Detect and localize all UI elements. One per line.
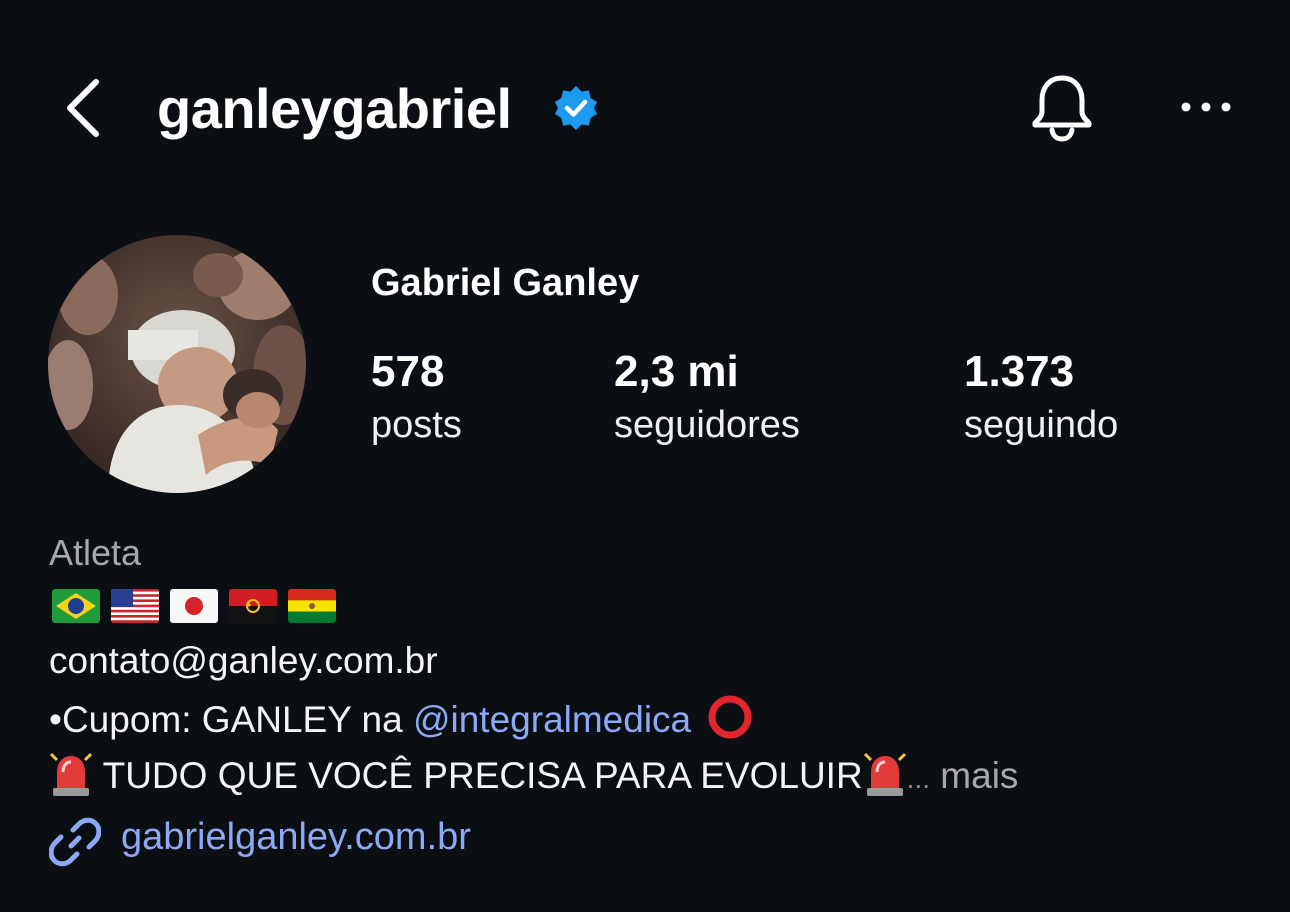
siren-icon <box>863 752 906 796</box>
mention-link[interactable]: @integralmedica <box>413 699 691 740</box>
stat-posts[interactable]: 578 posts <box>371 346 462 452</box>
bolivia-flag-icon <box>288 589 336 623</box>
notifications-bell-button[interactable] <box>1030 72 1094 142</box>
brazil-flag-icon <box>52 589 100 623</box>
website-link-text: gabrielganley.com.br <box>121 816 471 858</box>
stat-followers[interactable]: 2,3 mi seguidores <box>614 346 800 452</box>
angola-flag-icon <box>229 589 277 623</box>
usa-flag-icon <box>111 589 159 623</box>
profile-full-name: Gabriel Ganley <box>371 262 640 304</box>
bio-tagline-text: TUDO QUE VOCÊ PRECISA PARA EVOLUIR <box>93 755 863 796</box>
stat-posts-value: 578 <box>371 347 445 396</box>
verified-badge-icon <box>555 86 597 130</box>
bio-coupon-line: •Cupom: GANLEY na @integralmedica <box>49 694 753 741</box>
stat-followers-label: seguidores <box>614 404 800 446</box>
link-icon <box>49 817 101 867</box>
stat-following-value: 1.373 <box>964 347 1075 396</box>
avatar-photo <box>48 235 306 493</box>
bio-email: contato@ganley.com.br <box>49 640 438 681</box>
bio-tagline-line: TUDO QUE VOCÊ PRECISA PARA EVOLUIR ... m… <box>49 748 1018 798</box>
bio-more-button[interactable]: mais <box>930 755 1018 796</box>
profile-header: ganleygabriel <box>0 0 1290 200</box>
stat-following-label: seguindo <box>964 404 1119 446</box>
red-circle-icon <box>708 695 752 739</box>
profile-username: ganleygabriel <box>157 77 512 140</box>
back-button[interactable] <box>58 74 110 142</box>
more-horizontal-icon <box>1181 102 1231 112</box>
stat-followers-value: 2,3 mi <box>614 347 739 396</box>
bio-ellipsis: ... <box>906 763 931 794</box>
siren-icon <box>49 752 93 796</box>
bell-icon <box>1032 75 1092 142</box>
more-options-button[interactable] <box>1178 90 1234 124</box>
bio-coupon-text: •Cupom: GANLEY na <box>49 699 413 740</box>
stat-posts-label: posts <box>371 404 462 446</box>
flags-row <box>52 589 347 627</box>
profile-avatar[interactable] <box>48 235 306 493</box>
chevron-left-icon <box>67 79 99 137</box>
japan-flag-icon <box>170 589 218 623</box>
profile-category: Atleta <box>49 532 142 573</box>
stat-following[interactable]: 1.373 seguindo <box>964 346 1118 452</box>
